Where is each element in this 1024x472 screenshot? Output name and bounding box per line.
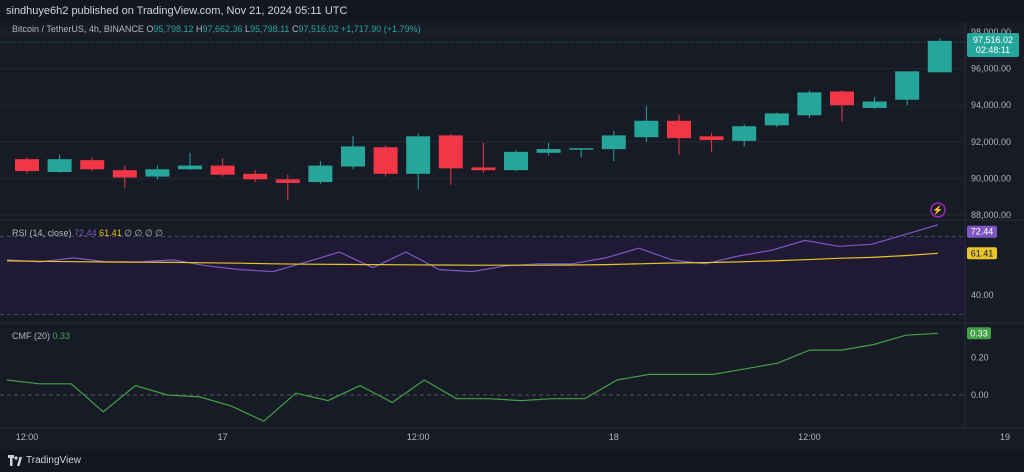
- footer-brand: TradingView: [26, 455, 82, 466]
- candle-body: [601, 135, 626, 150]
- candle-body: [373, 147, 398, 174]
- time-tick-label: 12:00: [798, 432, 821, 442]
- cmf-label: CMF (20): [12, 331, 50, 341]
- candle-body: [406, 136, 431, 174]
- last-price-text: 97,516.02: [973, 35, 1013, 45]
- time-tick-label: 19: [1000, 432, 1010, 442]
- price-tick-label: 88,000.00: [971, 210, 1011, 220]
- price-tick-label: 94,000.00: [971, 100, 1011, 110]
- candle-body: [504, 151, 528, 171]
- candle-body: [210, 165, 235, 175]
- candle-body: [764, 113, 789, 126]
- time-tick-label: 18: [609, 432, 619, 442]
- rsi-tick-label: 40.00: [971, 290, 994, 300]
- candle-body: [862, 101, 887, 108]
- price-tick-label: 92,000.00: [971, 137, 1011, 147]
- candle-body: [438, 135, 463, 169]
- cmf-badge-text: 0.33: [970, 328, 988, 338]
- cmf-value: 0.33: [52, 331, 71, 341]
- candle-body: [927, 40, 952, 73]
- rsi-ma-value: 61.41: [99, 228, 122, 238]
- symbol-name: Bitcoin / TetherUS, 4h, BINANCE: [12, 24, 144, 34]
- rsi-legend: RSI (14, close) 72.44 61.41 ∅ ∅ ∅ ∅: [12, 228, 163, 239]
- candle-body: [569, 148, 594, 150]
- time-tick-label: 12:00: [407, 432, 430, 442]
- cmf-tick-label: 0.00: [971, 390, 989, 400]
- event-marker-glyph: ⚡: [932, 204, 943, 216]
- price-tick-label: 90,000.00: [971, 173, 1011, 183]
- candle-body: [145, 169, 170, 177]
- candle-body: [634, 120, 659, 138]
- rsi-value: 72.44: [74, 228, 97, 238]
- ohlc-legend: Bitcoin / TetherUS, 4h, BINANCE O95,798.…: [12, 24, 421, 34]
- candle-body: [536, 149, 561, 153]
- cmf-tick-label: 0.20: [971, 353, 989, 363]
- countdown-text: 02:48:11: [976, 45, 1010, 55]
- candle-body: [895, 71, 920, 100]
- candle-body: [732, 126, 757, 141]
- publish-bar: sindhuye6h2 published on TradingView.com…: [0, 0, 1024, 22]
- change-value: +1,717.90 (+1.79%): [341, 24, 421, 34]
- candle-body: [80, 160, 105, 170]
- low-value: 95,798.11: [250, 24, 290, 34]
- candle-body: [699, 136, 724, 140]
- rsi-badge-text: 72.44: [971, 227, 994, 237]
- candle-body: [275, 179, 300, 183]
- high-value: 97,662.36: [202, 24, 243, 34]
- tradingview-logo-icon: [8, 455, 22, 466]
- candle-body: [667, 120, 691, 139]
- open-value: 95,798.12: [153, 24, 194, 34]
- candle-body: [243, 173, 268, 180]
- time-tick-label: 12:00: [16, 432, 39, 442]
- price-tick-label: 96,000.00: [971, 64, 1011, 74]
- rsi-extras: ∅ ∅ ∅ ∅: [124, 228, 164, 238]
- publish-text: sindhuye6h2 published on TradingView.com…: [6, 5, 348, 17]
- candle-body: [178, 165, 202, 170]
- candle-body: [341, 146, 365, 167]
- candle-body: [15, 159, 39, 172]
- candle-body: [471, 167, 496, 171]
- candle-body: [112, 170, 137, 178]
- rsi-band: [0, 237, 965, 315]
- chart-window: sindhuye6h2 published on TradingView.com…: [0, 0, 1024, 472]
- candle-body: [308, 165, 333, 183]
- candle-body: [47, 159, 72, 172]
- rsi-ma-badge-text: 61.41: [971, 248, 994, 258]
- candle-body: [797, 92, 822, 116]
- rsi-label: RSI (14, close): [12, 228, 72, 238]
- candle-body: [830, 91, 854, 106]
- footer-bar: TradingView: [0, 450, 1024, 472]
- close-value: 97,516.02: [298, 24, 339, 34]
- time-tick-label: 17: [218, 432, 228, 442]
- cmf-legend: CMF (20) 0.33: [12, 331, 70, 341]
